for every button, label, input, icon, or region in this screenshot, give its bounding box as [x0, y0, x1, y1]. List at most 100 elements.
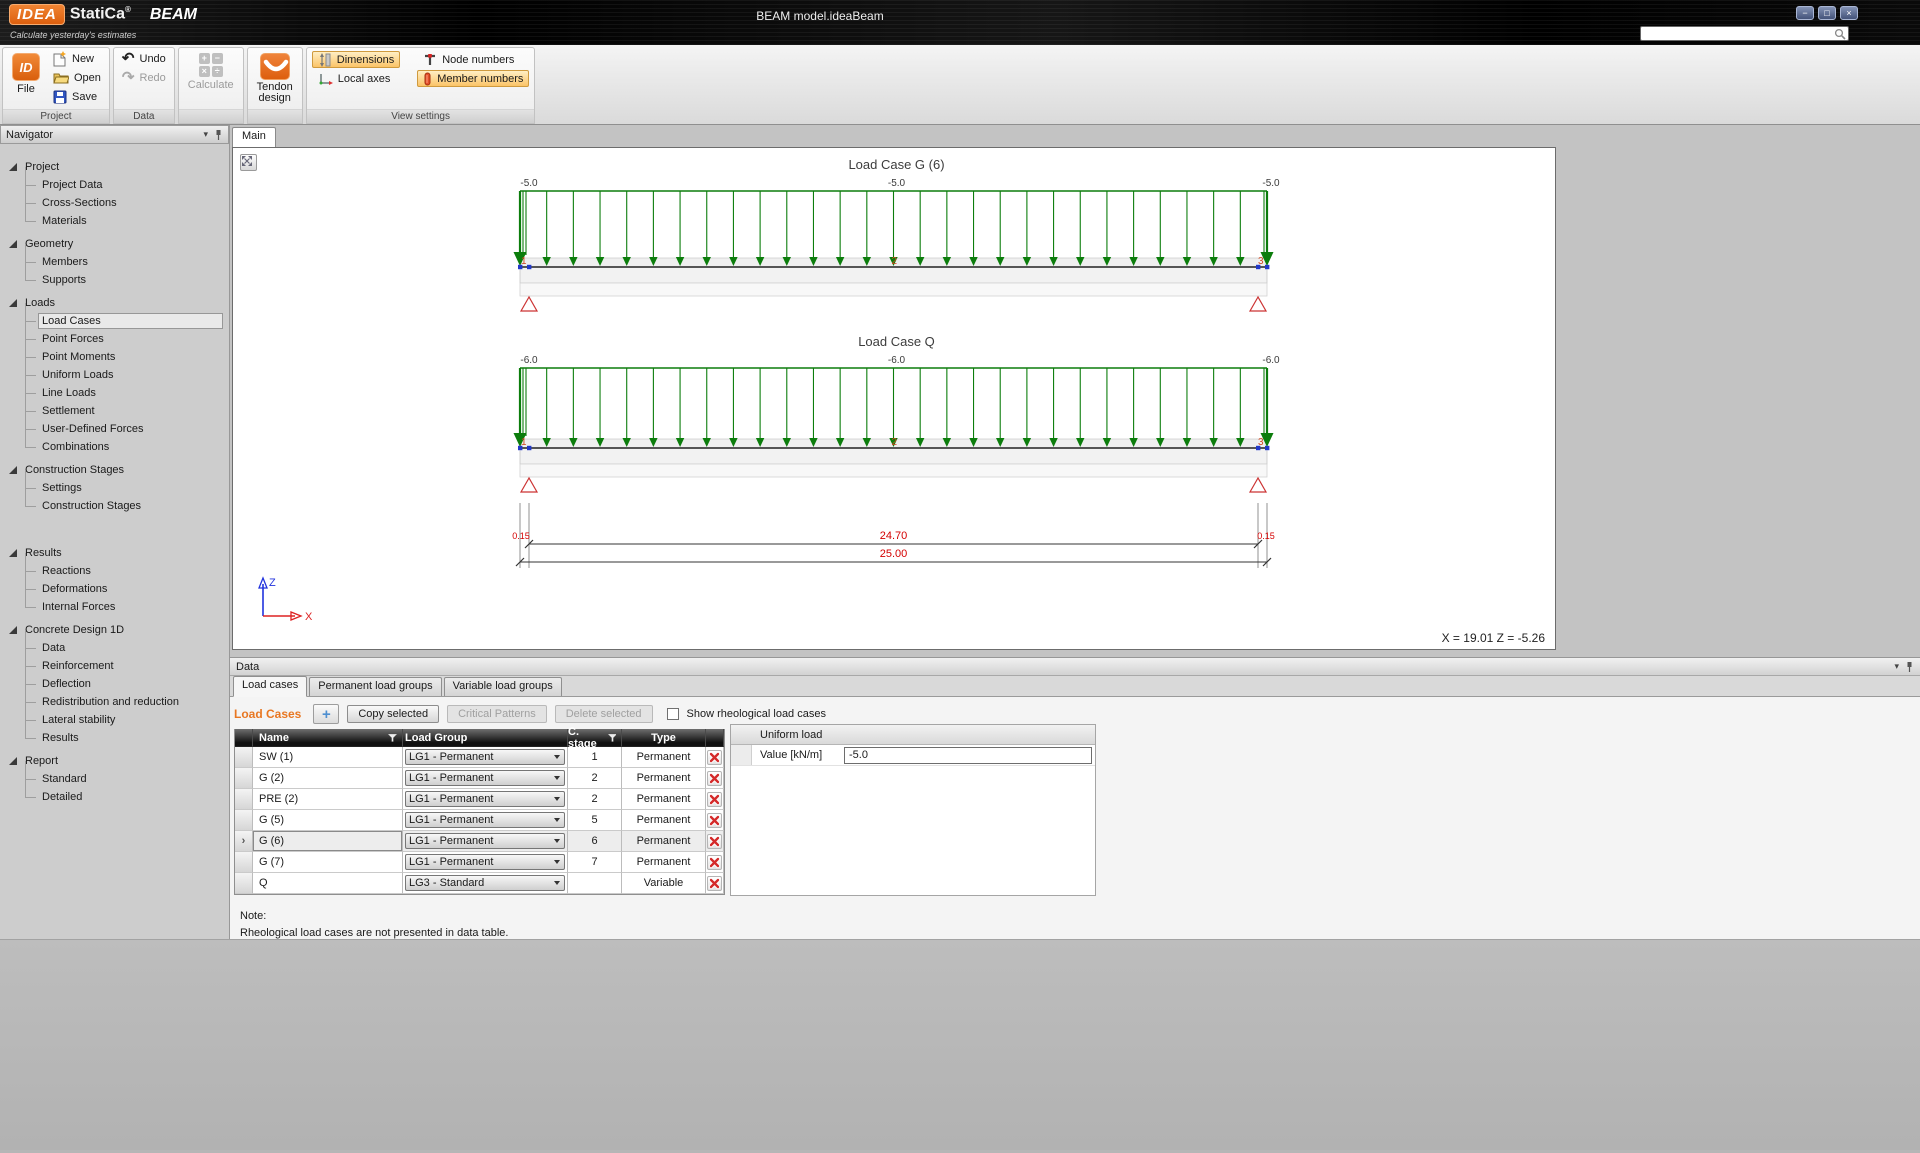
- cell-c-stage[interactable]: 1: [568, 747, 622, 768]
- cell-name[interactable]: G (2): [253, 768, 403, 789]
- load-group-dropdown[interactable]: LG3 - Standard: [405, 875, 565, 891]
- column-header-type[interactable]: Type: [622, 729, 706, 747]
- node-numbers-toggle[interactable]: Node numbers: [417, 51, 529, 68]
- delete-row-button[interactable]: [707, 855, 722, 870]
- load-group-dropdown[interactable]: LG1 - Permanent: [405, 770, 565, 786]
- cell-c-stage[interactable]: [568, 873, 622, 894]
- cell-type[interactable]: Permanent: [622, 768, 706, 789]
- filter-funnel-icon[interactable]: [608, 734, 616, 742]
- cell-type[interactable]: Permanent: [622, 789, 706, 810]
- tab-permanent-load-groups[interactable]: Permanent load groups: [309, 677, 441, 696]
- row-selector-cell[interactable]: [235, 768, 253, 789]
- table-row[interactable]: G (7)LG1 - Permanent7Permanent: [235, 852, 724, 873]
- local-axes-toggle[interactable]: Local axes: [312, 70, 400, 87]
- delete-row-button[interactable]: [707, 771, 722, 786]
- minimize-button[interactable]: −: [1796, 6, 1814, 20]
- row-selector-cell[interactable]: [235, 747, 253, 768]
- file-button[interactable]: ID File: [8, 51, 44, 97]
- delete-row-button[interactable]: [707, 813, 722, 828]
- tendon-design-button[interactable]: Tendondesign: [253, 51, 297, 106]
- row-selector-cell[interactable]: [235, 810, 253, 831]
- show-rheological-checkbox[interactable]: [667, 708, 679, 720]
- cell-name[interactable]: Q: [253, 873, 403, 894]
- expander-icon[interactable]: [9, 549, 18, 558]
- dimensions-toggle[interactable]: Dimensions: [312, 51, 400, 68]
- row-selector-cell[interactable]: [235, 789, 253, 810]
- column-header-name[interactable]: Name: [253, 729, 403, 747]
- cell-name[interactable]: SW (1): [253, 747, 403, 768]
- cell-name[interactable]: G (6): [253, 831, 403, 852]
- load-group-dropdown[interactable]: LG1 - Permanent: [405, 854, 565, 870]
- search-input[interactable]: [1640, 26, 1849, 41]
- expander-icon[interactable]: [9, 299, 18, 308]
- cell-name[interactable]: G (5): [253, 810, 403, 831]
- member-numbers-toggle[interactable]: Member numbers: [417, 70, 529, 87]
- table-row[interactable]: PRE (2)LG1 - Permanent2Permanent: [235, 789, 724, 810]
- row-selector-cell[interactable]: ›: [235, 831, 253, 852]
- add-load-case-button[interactable]: +: [313, 704, 339, 724]
- sidebar-item-combinations[interactable]: Combinations: [0, 438, 229, 456]
- save-button[interactable]: Save: [50, 89, 104, 105]
- cell-name[interactable]: G (7): [253, 852, 403, 873]
- pin-icon[interactable]: [214, 129, 223, 141]
- table-row[interactable]: SW (1)LG1 - Permanent1Permanent: [235, 747, 724, 768]
- redo-button[interactable]: ↷ Redo: [119, 70, 169, 86]
- load-group-dropdown[interactable]: LG1 - Permanent: [405, 791, 565, 807]
- expander-icon[interactable]: [9, 757, 18, 766]
- cell-c-stage[interactable]: 2: [568, 789, 622, 810]
- navigator-dropdown-icon[interactable]: ▾: [203, 129, 208, 140]
- cell-type[interactable]: Permanent: [622, 852, 706, 873]
- cell-type[interactable]: Permanent: [622, 810, 706, 831]
- filter-funnel-icon[interactable]: [388, 734, 397, 742]
- cell-c-stage[interactable]: 7: [568, 852, 622, 873]
- data-panel-pin-icon[interactable]: [1905, 661, 1914, 673]
- cell-c-stage[interactable]: 2: [568, 768, 622, 789]
- table-row[interactable]: ›G (6)LG1 - Permanent6Permanent: [235, 831, 724, 852]
- sidebar-item-supports[interactable]: Supports: [0, 271, 229, 289]
- table-row[interactable]: G (5)LG1 - Permanent5Permanent: [235, 810, 724, 831]
- load-group-dropdown[interactable]: LG1 - Permanent: [405, 833, 565, 849]
- sidebar-item-materials[interactable]: Materials: [0, 212, 229, 230]
- cell-c-stage[interactable]: 5: [568, 810, 622, 831]
- beam-canvas[interactable]: Load Case G (6)-5.0-5.0-5.0123Load Case …: [232, 147, 1556, 650]
- delete-row-button[interactable]: [707, 834, 722, 849]
- open-button[interactable]: Open: [50, 70, 104, 86]
- tab-main[interactable]: Main: [232, 127, 276, 147]
- copy-selected-button[interactable]: Copy selected: [347, 705, 439, 723]
- cell-c-stage[interactable]: 6: [568, 831, 622, 852]
- table-row[interactable]: G (2)LG1 - Permanent2Permanent: [235, 768, 724, 789]
- sidebar-item-construction-stages[interactable]: Construction Stages: [0, 497, 229, 515]
- calculate-button[interactable]: +− ×÷ Calculate: [184, 51, 238, 93]
- critical-patterns-button[interactable]: Critical Patterns: [447, 705, 547, 723]
- delete-row-button[interactable]: [707, 792, 722, 807]
- expander-icon[interactable]: [9, 466, 18, 475]
- undo-button[interactable]: ↶ Undo: [119, 51, 169, 67]
- delete-selected-button[interactable]: Delete selected: [555, 705, 653, 723]
- expander-icon[interactable]: [9, 163, 18, 172]
- load-group-dropdown[interactable]: LG1 - Permanent: [405, 812, 565, 828]
- new-button[interactable]: New: [50, 51, 104, 67]
- cell-name[interactable]: PRE (2): [253, 789, 403, 810]
- expander-icon[interactable]: [9, 240, 18, 249]
- column-header-c-stage[interactable]: C. stage: [568, 729, 622, 747]
- close-button[interactable]: ×: [1840, 6, 1858, 20]
- tab-variable-load-groups[interactable]: Variable load groups: [444, 677, 562, 696]
- column-header-load-group[interactable]: Load Group: [403, 729, 568, 747]
- cell-type[interactable]: Variable: [622, 873, 706, 894]
- expander-icon[interactable]: [9, 626, 18, 635]
- load-group-dropdown[interactable]: LG1 - Permanent: [405, 749, 565, 765]
- tab-load-cases[interactable]: Load cases: [233, 676, 307, 697]
- row-selector-cell[interactable]: [235, 852, 253, 873]
- table-row[interactable]: QLG3 - Standard Variable: [235, 873, 724, 894]
- row-selector-cell[interactable]: [235, 873, 253, 894]
- fit-view-button[interactable]: [240, 154, 257, 171]
- maximize-button[interactable]: □: [1818, 6, 1836, 20]
- value-input[interactable]: -5.0: [844, 747, 1092, 764]
- sidebar-item-internal-forces[interactable]: Internal Forces: [0, 598, 229, 616]
- cell-type[interactable]: Permanent: [622, 747, 706, 768]
- delete-row-button[interactable]: [707, 876, 722, 891]
- cell-type[interactable]: Permanent: [622, 831, 706, 852]
- sidebar-item-results[interactable]: Results: [0, 729, 229, 747]
- delete-row-button[interactable]: [707, 750, 722, 765]
- sidebar-item-detailed[interactable]: Detailed: [0, 788, 229, 806]
